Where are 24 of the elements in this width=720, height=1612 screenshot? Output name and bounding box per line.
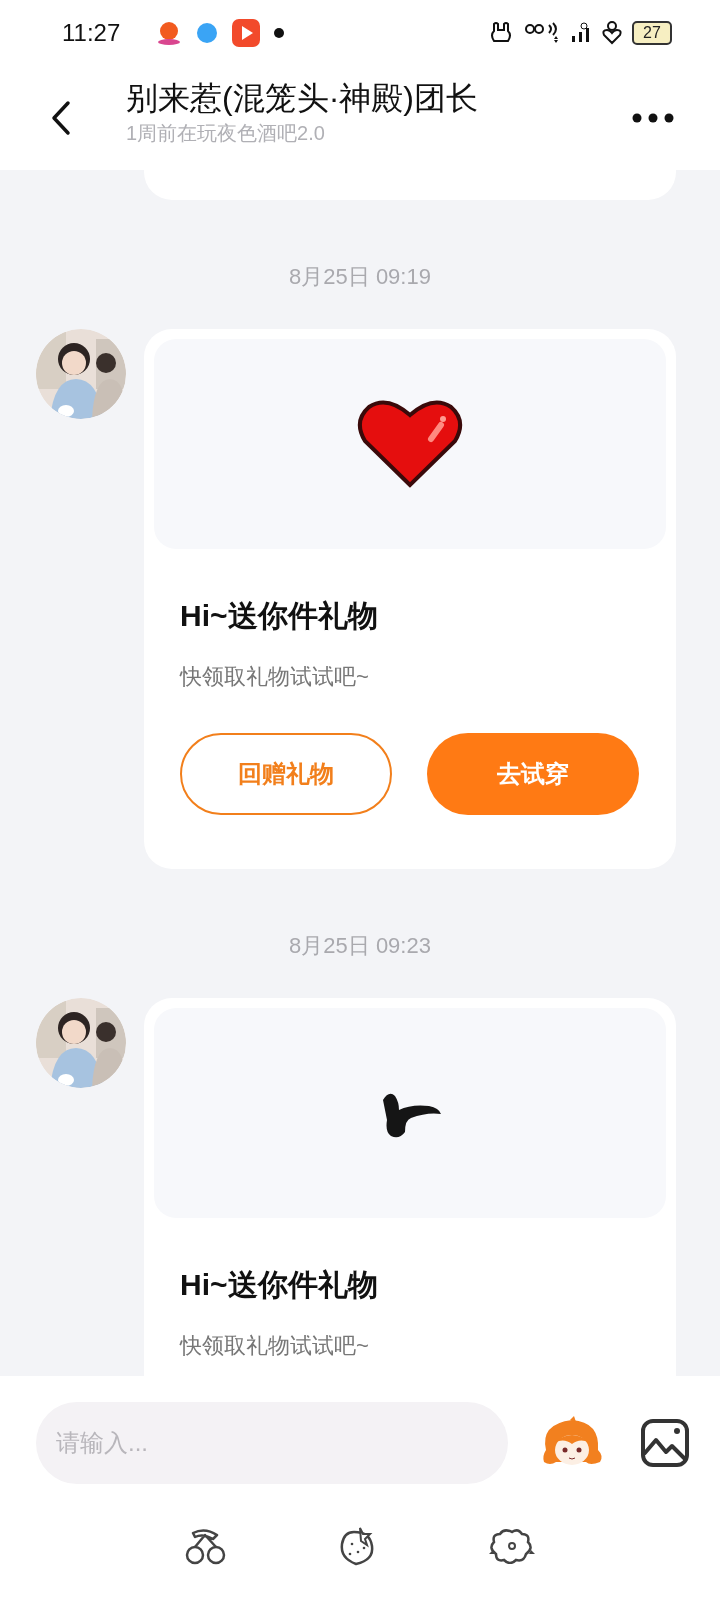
video-app-icon bbox=[232, 19, 261, 47]
battery-indicator: 27 bbox=[632, 21, 672, 45]
chat-title: 别来惹(混笼头·神殿)团长 bbox=[126, 79, 479, 118]
image-button[interactable] bbox=[640, 1418, 690, 1468]
gift-title: Hi~送你件礼物 bbox=[180, 1267, 379, 1303]
message-timestamp: 8月25日 09:23 bbox=[288, 932, 432, 960]
message-timestamp: 8月25日 09:19 bbox=[288, 263, 432, 291]
message-input[interactable]: 请输入... bbox=[36, 1402, 508, 1484]
heart-icon bbox=[357, 399, 463, 489]
action-button[interactable]: 去试穿 bbox=[427, 733, 639, 815]
heart-icon bbox=[602, 21, 622, 45]
signal-icon bbox=[570, 22, 592, 44]
bunny-icon bbox=[488, 21, 514, 45]
notification-dot-icon bbox=[274, 28, 285, 38]
action-button[interactable]: 回赠礼物 bbox=[180, 733, 392, 815]
gift-title: Hi~送你件礼物 bbox=[180, 598, 379, 634]
gift-text: 快领取礼物试试吧~ bbox=[180, 1332, 370, 1360]
status-time: 11:27 bbox=[62, 18, 121, 48]
cherry-icon[interactable] bbox=[185, 1526, 228, 1566]
chat-subtitle: 1周前在玩夜色酒吧2.0 bbox=[126, 121, 326, 146]
app-icon bbox=[156, 20, 183, 46]
gift-text: 快领取礼物试试吧~ bbox=[180, 663, 370, 691]
app-icon bbox=[196, 22, 219, 44]
flower-icon[interactable] bbox=[488, 1526, 535, 1566]
